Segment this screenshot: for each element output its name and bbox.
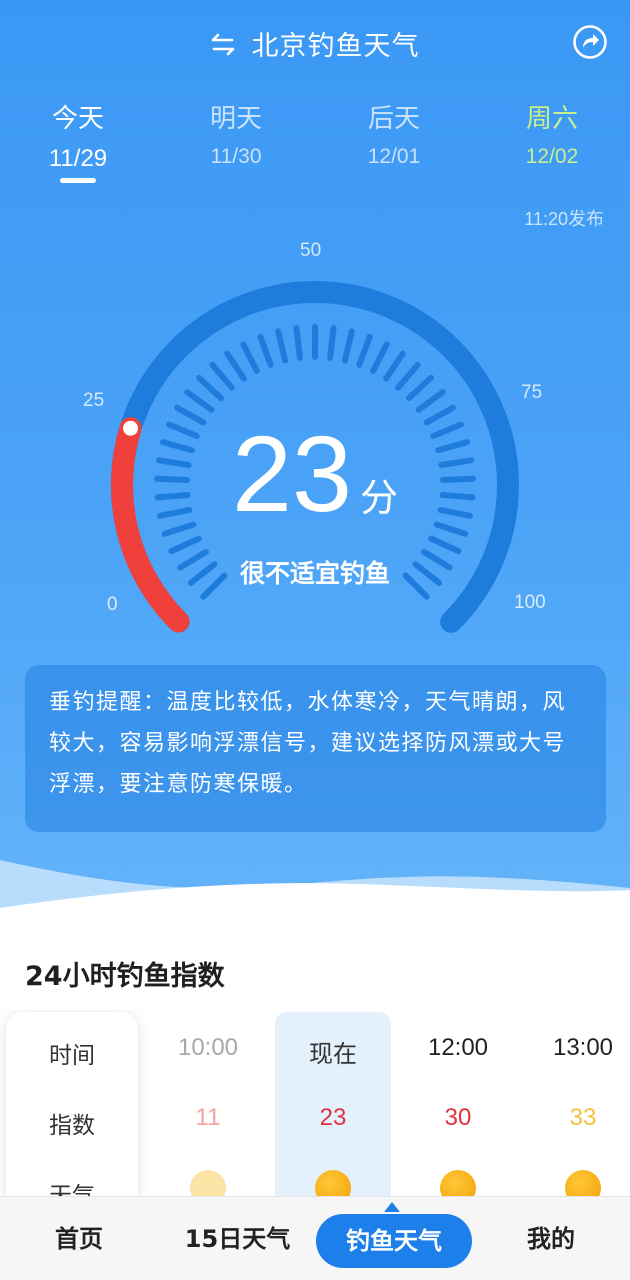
hourly-index-table: 时间 指数 天气 10:00 11 现在 23 12:00 30 13:00 3… bbox=[0, 1010, 630, 1200]
share-icon[interactable] bbox=[572, 24, 608, 60]
day-date: 12/01 bbox=[367, 145, 421, 168]
gauge-tick bbox=[275, 328, 289, 364]
gauge-tick bbox=[327, 325, 337, 361]
bottom-nav: 首页 15日天气 钓鱼天气 我的 bbox=[0, 1196, 630, 1280]
gauge-tick bbox=[383, 350, 406, 382]
gauge-tick bbox=[370, 341, 390, 374]
score-unit: 分 bbox=[360, 476, 399, 520]
scale-label-0: 0 bbox=[107, 594, 118, 615]
hour-index: 30 bbox=[444, 1104, 472, 1131]
tab-day-after[interactable]: 后天 12/01 bbox=[324, 98, 464, 169]
hour-time: 13:00 bbox=[552, 1034, 614, 1061]
nav-15-day-weather[interactable]: 15日天气 bbox=[165, 1197, 310, 1280]
gauge-tick bbox=[395, 361, 421, 391]
hour-time: 10:00 bbox=[177, 1034, 239, 1061]
gauge-tick bbox=[405, 374, 435, 402]
scale-label-75: 75 bbox=[521, 382, 543, 403]
day-date: 11/30 bbox=[210, 145, 262, 168]
fishing-tips-text: 垂钓提醒：温度比较低，水体寒冷，天气晴朗，风较大，容易影响浮漂信号，建议选择防风… bbox=[49, 690, 567, 797]
day-name: 后天 bbox=[367, 104, 420, 134]
row-label-index: 指数 bbox=[49, 1113, 95, 1139]
gauge-tick bbox=[356, 333, 373, 368]
gauge-tick bbox=[184, 389, 215, 413]
gauge-tick bbox=[224, 350, 247, 382]
gauge-tick bbox=[415, 389, 446, 413]
score-verdict: 很不适宜钓鱼 bbox=[239, 559, 390, 588]
active-tab-indicator bbox=[60, 178, 96, 183]
tab-today[interactable]: 今天 11/29 bbox=[8, 98, 148, 173]
day-name: 周六 bbox=[525, 104, 578, 134]
score-display: 23 分 bbox=[0, 420, 630, 528]
nav-mine[interactable]: 我的 bbox=[486, 1197, 616, 1280]
published-time: 11:20发布 bbox=[524, 209, 604, 229]
nav-home[interactable]: 首页 bbox=[14, 1197, 144, 1280]
hour-index: 23 bbox=[319, 1104, 347, 1131]
swap-icon[interactable] bbox=[210, 31, 236, 57]
score-gauge: 0 25 50 75 100 23 分 很不适宜钓鱼 bbox=[0, 230, 630, 650]
gauge-tick bbox=[209, 361, 235, 391]
gauge-tick bbox=[168, 535, 202, 555]
row-label-time: 时间 bbox=[49, 1043, 95, 1069]
hour-time: 12:00 bbox=[427, 1034, 489, 1061]
hour-index: 33 bbox=[569, 1104, 597, 1131]
gauge-tick bbox=[240, 341, 260, 374]
gauge-tick bbox=[428, 535, 462, 555]
score-value: 23 bbox=[231, 413, 353, 534]
scale-label-50: 50 bbox=[300, 240, 322, 261]
gauge-tick bbox=[257, 333, 274, 368]
day-date: 11/29 bbox=[48, 145, 108, 172]
hour-time: 现在 bbox=[309, 1041, 357, 1068]
tab-saturday[interactable]: 周六 12/02 bbox=[482, 98, 622, 169]
scale-label-100: 100 bbox=[514, 592, 546, 613]
wave-divider bbox=[0, 860, 630, 930]
gauge-tick bbox=[293, 325, 303, 361]
row-labels: 时间 指数 天气 bbox=[6, 1012, 138, 1200]
top-bar: 北京钓鱼天气 bbox=[0, 0, 630, 86]
hourly-index-title: 24小时钓鱼指数 bbox=[25, 961, 225, 992]
hour-index: 11 bbox=[195, 1104, 221, 1131]
hero-section: 北京钓鱼天气 今天 11/29 明天 11/30 后天 12/01 周六 12/… bbox=[0, 0, 630, 930]
day-name: 今天 bbox=[51, 104, 104, 134]
day-name: 明天 bbox=[209, 104, 262, 134]
city-selector[interactable]: 北京钓鱼天气 bbox=[0, 24, 630, 63]
nav-fishing-weather[interactable]: 钓鱼天气 bbox=[316, 1214, 472, 1268]
fishing-tips-card: 垂钓提醒：温度比较低，水体寒冷，天气晴朗，风较大，容易影响浮漂信号，建议选择防风… bbox=[25, 665, 606, 832]
day-date: 12/02 bbox=[525, 145, 579, 168]
day-tabs: 今天 11/29 明天 11/30 后天 12/01 周六 12/02 bbox=[0, 98, 630, 188]
gauge-tick bbox=[341, 328, 355, 364]
page-title[interactable]: 北京钓鱼天气 bbox=[252, 24, 420, 63]
scale-label-25: 25 bbox=[83, 390, 105, 411]
gauge-tick bbox=[195, 374, 225, 402]
tab-tomorrow[interactable]: 明天 11/30 bbox=[166, 98, 306, 169]
active-nav-pointer bbox=[384, 1202, 400, 1212]
